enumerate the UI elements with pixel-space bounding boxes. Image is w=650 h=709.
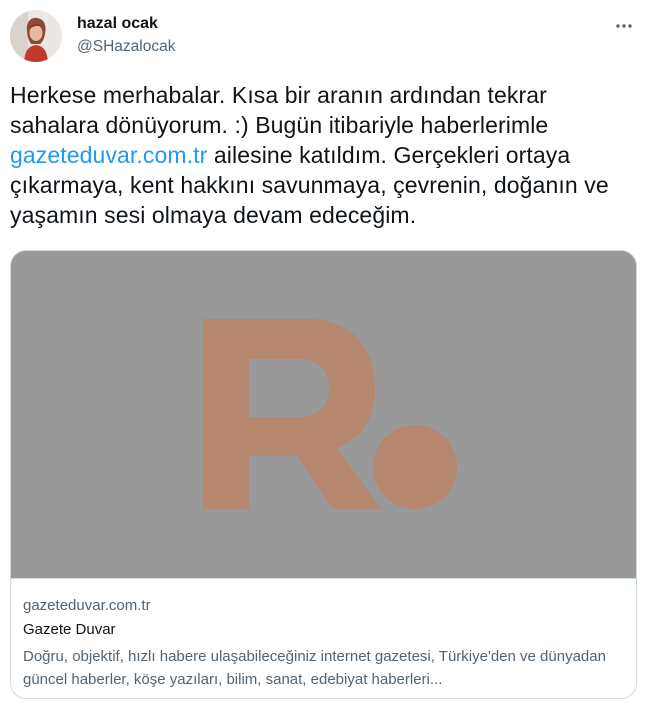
tweet: hazal ocak @SHazalocak Herkese merhabala… xyxy=(0,0,650,709)
more-horizontal-icon xyxy=(616,24,632,28)
gazete-duvar-logo xyxy=(11,251,636,578)
card-body: gazeteduvar.com.tr Gazete Duvar Doğru, o… xyxy=(23,596,623,691)
tweet-text-part-1: Herkese merhabalar. Kısa bir aranın ardı… xyxy=(10,82,549,138)
card-divider xyxy=(11,578,636,579)
tweet-link[interactable]: gazeteduvar.com.tr xyxy=(10,142,207,168)
author-handle[interactable]: @SHazalocak xyxy=(77,37,175,57)
tweet-text: Herkese merhabalar. Kısa bir aranın ardı… xyxy=(10,80,640,230)
user-info: hazal ocak @SHazalocak xyxy=(77,14,175,57)
more-options-button[interactable] xyxy=(612,14,636,38)
avatar-image xyxy=(10,10,62,62)
card-description: Doğru, objektif, hızlı habere ulaşabilec… xyxy=(23,648,606,688)
card-domain: gazeteduvar.com.tr xyxy=(23,597,151,614)
card-image xyxy=(11,251,636,578)
link-preview-card[interactable]: gazeteduvar.com.tr Gazete Duvar Doğru, o… xyxy=(10,250,637,699)
author-display-name[interactable]: hazal ocak xyxy=(77,14,175,34)
card-title: Gazete Duvar xyxy=(23,621,116,638)
avatar[interactable] xyxy=(10,10,62,62)
